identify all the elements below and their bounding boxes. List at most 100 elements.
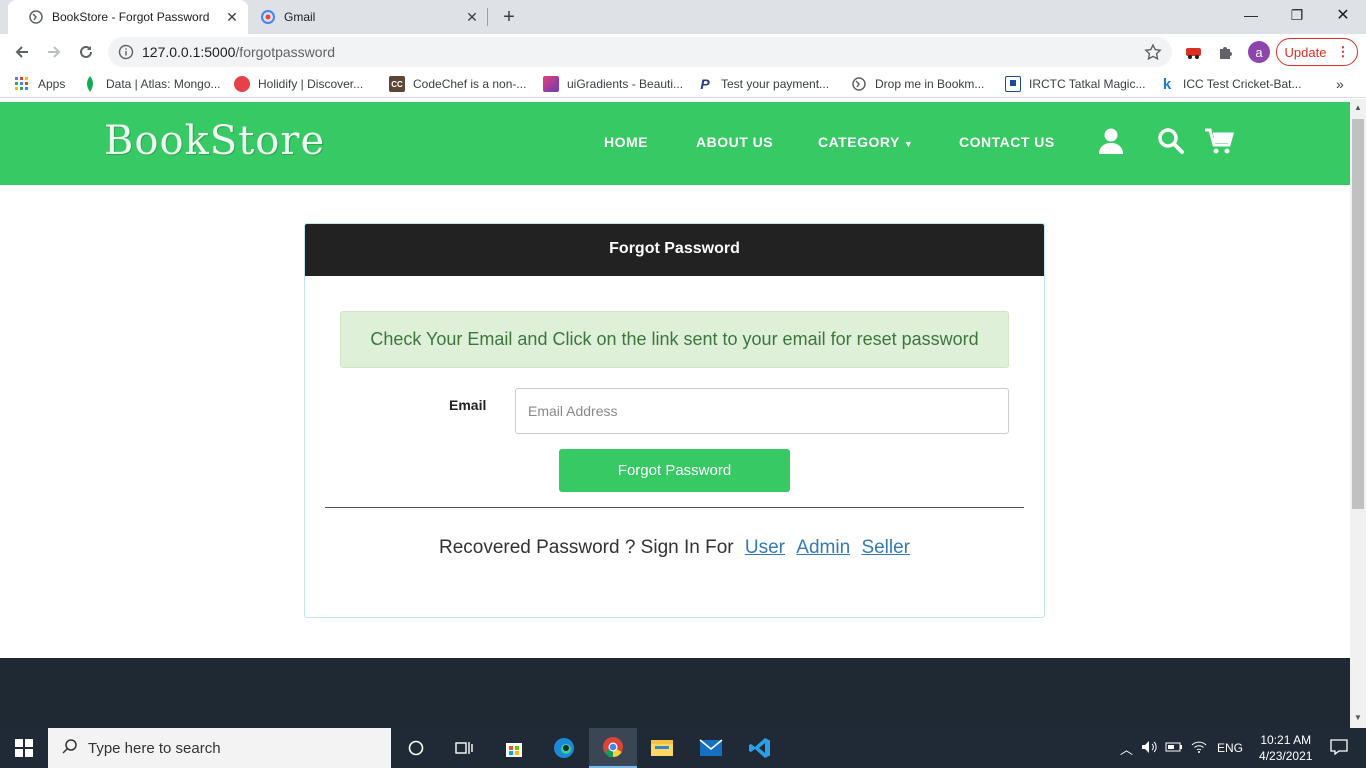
site-footer [0,658,1350,728]
more-bookmarks-chevron-icon[interactable]: » [1336,70,1344,98]
wifi-icon[interactable] [1191,740,1207,757]
irctc-icon [1005,76,1021,92]
seller-signin-link[interactable]: Seller [861,537,910,558]
url-host: 127.0.0.1:5000 [142,44,236,60]
nav-contact-us[interactable]: CONTACT US [959,134,1055,150]
file-explorer-icon[interactable] [638,728,686,768]
email-label: Email [449,397,487,413]
success-alert: Check Your Email and Click on the link s… [340,311,1009,368]
profile-avatar[interactable]: a [1248,41,1270,63]
nav-category-label: CATEGORY [818,134,900,150]
close-window-button[interactable]: ✕ [1320,0,1366,30]
battery-icon[interactable] [1165,741,1183,756]
forgot-password-button[interactable]: Forgot Password [559,449,790,492]
user-signin-link[interactable]: User [745,537,785,558]
forward-arrow-icon[interactable] [40,38,68,66]
admin-signin-link[interactable]: Admin [796,537,850,558]
tab-title: BookStore - Forgot Password [52,10,210,24]
tab-title: Gmail [284,10,316,24]
train-extension-icon[interactable] [1185,44,1203,65]
email-field[interactable] [515,388,1009,434]
extensions-puzzle-icon[interactable] [1217,43,1235,66]
sign-in-prompt: Recovered Password ? Sign In For User Ad… [305,537,1044,559]
reload-icon[interactable] [72,38,100,66]
codechef-icon: CC [389,76,405,92]
bookmark-apps[interactable]: Apps [14,70,65,98]
task-view-icon[interactable] [440,728,488,768]
update-button[interactable]: Update ⋮ [1276,38,1358,66]
nav-category[interactable]: CATEGORY ▼ [818,134,913,150]
nav-about-us[interactable]: ABOUT US [696,134,773,150]
clock[interactable]: 10:21 AM 4/23/2021 [1259,732,1312,764]
back-arrow-icon[interactable] [8,38,36,66]
bookmark-uigradients[interactable]: uiGradients - Beauti... [543,70,683,98]
globe-icon [28,9,44,25]
page-scrollbar[interactable]: ▲ ▼ [1350,99,1366,728]
bookmark-drop-me[interactable]: Drop me in Bookm... [851,70,984,98]
browser-toolbar: 127.0.0.1:5000/forgotpassword a Update ⋮ [0,34,1366,70]
bookmark-label: ICC Test Cricket-Bat... [1183,77,1302,91]
apps-grid-icon [14,76,30,92]
minimize-button[interactable]: ― [1228,0,1274,30]
address-bar[interactable]: 127.0.0.1:5000/forgotpassword [108,37,1172,67]
store-icon[interactable] [490,728,538,768]
mail-icon[interactable] [687,728,735,768]
bookmark-codechef[interactable]: CC CodeChef is a non-... [389,70,526,98]
chrome-icon[interactable] [589,728,637,768]
search-placeholder: Type here to search [88,739,221,757]
bookmark-atlas[interactable]: Data | Atlas: Mongo... [82,70,221,98]
holidify-icon [234,76,250,92]
volume-icon[interactable] [1141,740,1157,757]
vscode-icon[interactable] [736,728,784,768]
tab-gmail[interactable]: Gmail ✕ [248,0,488,34]
clock-date: 4/23/2021 [1259,749,1313,763]
bookmark-label: CodeChef is a non-... [413,77,527,91]
tab-bookstore[interactable]: BookStore - Forgot Password ✕ [8,0,248,34]
caret-down-icon: ▼ [903,139,914,149]
search-icon [62,738,78,758]
restore-button[interactable]: ❐ [1274,0,1320,30]
forgot-password-card: Forgot Password Check Your Email and Cli… [304,223,1045,618]
user-icon[interactable] [1098,127,1126,155]
bookmark-holidify[interactable]: Holidify | Discover... [234,70,363,98]
site-info-icon[interactable] [118,44,134,65]
new-tab-button[interactable]: + [496,4,522,30]
close-tab-icon[interactable]: ✕ [462,7,482,27]
k-icon: k [1162,75,1172,93]
cart-icon[interactable] [1204,127,1234,155]
notification-icon[interactable] [1330,738,1349,758]
bookmark-irctc[interactable]: IRCTC Tatkal Magic... [1005,70,1145,98]
bookmark-label: Test your payment... [721,77,830,91]
edge-icon[interactable] [540,728,588,768]
search-icon[interactable] [1157,127,1185,155]
windows-taskbar: Type here to search ︿ ENG 10:21 AM 4/23/… [0,728,1366,768]
scroll-up-arrow-icon[interactable]: ▲ [1354,103,1362,112]
card-title: Forgot Password [305,224,1044,276]
globe-icon [851,76,867,92]
gmail-icon [260,9,276,25]
cortana-icon[interactable] [392,728,440,768]
show-hidden-icons-chevron-icon[interactable]: ︿ [1120,739,1133,758]
nav-home[interactable]: HOME [604,134,648,150]
bookmark-label: IRCTC Tatkal Magic... [1029,77,1146,91]
bookmark-label: Holidify | Discover... [258,77,364,91]
bookmarks-bar: Apps Data | Atlas: Mongo... Holidify | D… [0,70,1366,98]
mongodb-leaf-icon [82,76,98,92]
language-indicator[interactable]: ENG [1217,741,1243,755]
close-tab-icon[interactable]: ✕ [222,7,242,27]
site-logo[interactable]: BookStore [104,118,325,164]
bookmark-label: Apps [38,77,66,91]
more-menu-icon: ⋮ [1336,44,1350,59]
url-text: 127.0.0.1:5000/forgotpassword [142,37,335,67]
scrollbar-thumb[interactable] [1352,119,1364,509]
bookmark-paypal[interactable]: P Test your payment... [697,70,829,98]
bookmark-icc[interactable]: k ICC Test Cricket-Bat... [1159,70,1302,98]
windows-start-icon[interactable] [0,728,48,768]
taskbar-search[interactable]: Type here to search [48,728,391,768]
scroll-down-arrow-icon[interactable]: ▼ [1354,713,1362,722]
tab-separator [487,8,488,26]
divider [325,507,1024,508]
system-tray: ︿ ENG 10:21 AM 4/23/2021 [1120,728,1349,768]
update-label: Update [1284,44,1327,60]
bookmark-star-icon[interactable] [1144,43,1162,66]
